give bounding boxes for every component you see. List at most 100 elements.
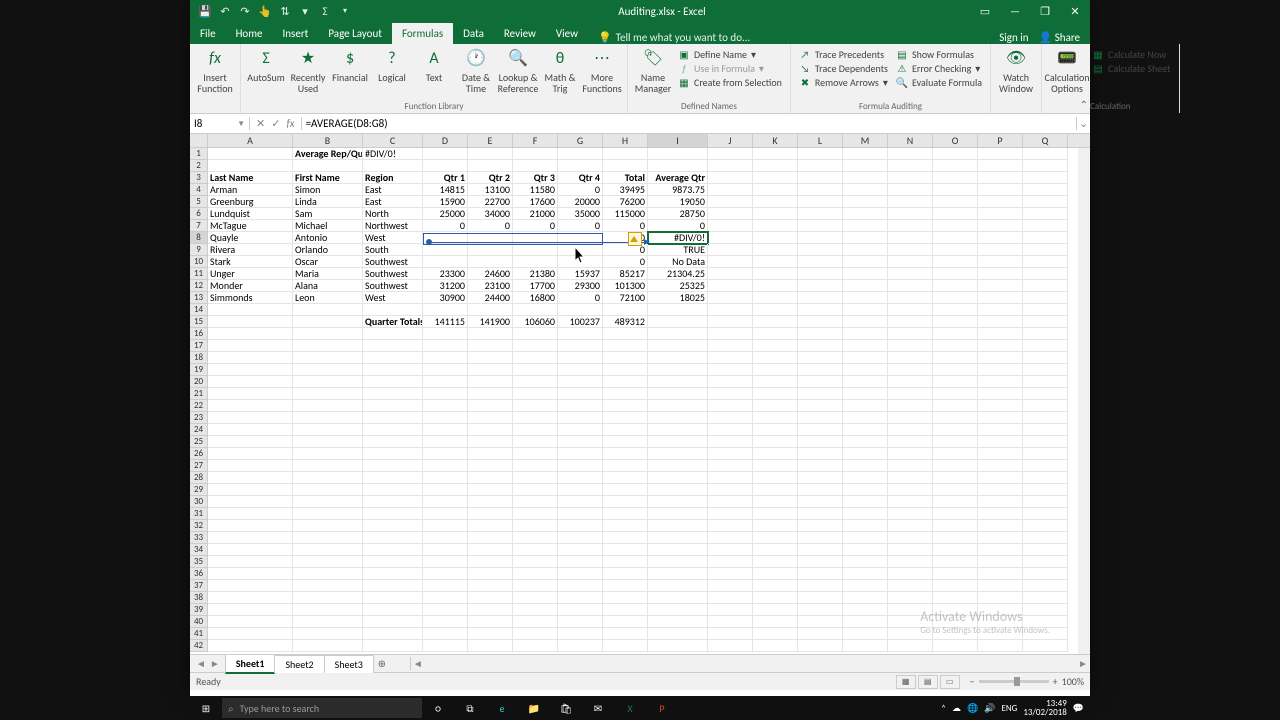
cell[interactable] xyxy=(708,172,753,184)
cell[interactable] xyxy=(603,352,648,364)
cell[interactable] xyxy=(753,304,798,316)
cell[interactable] xyxy=(798,472,843,484)
text-button[interactable]: AText xyxy=(413,46,455,85)
cell[interactable] xyxy=(753,376,798,388)
cell[interactable] xyxy=(363,460,423,472)
cell[interactable] xyxy=(1023,388,1068,400)
cell[interactable] xyxy=(978,580,1023,592)
cell[interactable] xyxy=(843,268,888,280)
cell[interactable] xyxy=(888,172,933,184)
cell[interactable] xyxy=(753,208,798,220)
cell[interactable] xyxy=(603,376,648,388)
cell[interactable] xyxy=(753,148,798,160)
cell[interactable] xyxy=(753,580,798,592)
cell[interactable] xyxy=(293,604,363,616)
cell[interactable] xyxy=(753,268,798,280)
cell[interactable] xyxy=(208,304,293,316)
cell[interactable] xyxy=(708,244,753,256)
cell[interactable] xyxy=(843,616,888,628)
cell[interactable] xyxy=(753,508,798,520)
cell[interactable] xyxy=(558,388,603,400)
cell[interactable] xyxy=(558,436,603,448)
cell[interactable] xyxy=(753,424,798,436)
cell[interactable] xyxy=(888,184,933,196)
cell[interactable] xyxy=(933,172,978,184)
cell[interactable] xyxy=(978,304,1023,316)
row-header[interactable]: 32 xyxy=(190,520,208,532)
cell[interactable] xyxy=(843,568,888,580)
cell[interactable] xyxy=(423,304,468,316)
define-name-button[interactable]: ▣Define Name ▾ xyxy=(678,48,782,61)
cell[interactable] xyxy=(208,352,293,364)
cell[interactable]: 14815 xyxy=(423,184,468,196)
cell[interactable] xyxy=(468,328,513,340)
cell[interactable] xyxy=(978,196,1023,208)
cell[interactable] xyxy=(753,460,798,472)
cell[interactable] xyxy=(423,628,468,640)
col-header-B[interactable]: B xyxy=(293,134,363,147)
tray-up-icon[interactable]: ˄ xyxy=(941,703,946,714)
cell[interactable]: 100237 xyxy=(558,316,603,328)
tray-notifications-icon[interactable]: 💬 xyxy=(1073,703,1084,714)
col-header-H[interactable]: H xyxy=(603,134,648,147)
row-header[interactable]: 8 xyxy=(190,232,208,244)
cell[interactable] xyxy=(513,448,558,460)
cell[interactable] xyxy=(843,484,888,496)
cell[interactable] xyxy=(208,640,293,652)
cell[interactable] xyxy=(423,436,468,448)
more-functions-button[interactable]: ⋯More Functions xyxy=(581,46,623,96)
cell[interactable] xyxy=(208,568,293,580)
cell[interactable]: Maria xyxy=(293,268,363,280)
cell[interactable] xyxy=(888,556,933,568)
select-all-corner[interactable] xyxy=(190,134,208,147)
collapse-ribbon-button[interactable]: ⌃ xyxy=(1080,98,1088,111)
cell[interactable] xyxy=(933,256,978,268)
cell[interactable] xyxy=(933,568,978,580)
cell[interactable] xyxy=(648,148,708,160)
cell[interactable] xyxy=(468,628,513,640)
cell[interactable] xyxy=(708,340,753,352)
cell[interactable]: 15900 xyxy=(423,196,468,208)
cell[interactable]: TRUE xyxy=(648,244,708,256)
cell[interactable] xyxy=(933,328,978,340)
tab-file[interactable]: File xyxy=(190,23,226,44)
row-header[interactable]: 36 xyxy=(190,568,208,580)
cell[interactable] xyxy=(648,544,708,556)
cell[interactable] xyxy=(363,388,423,400)
cell[interactable] xyxy=(843,460,888,472)
cell[interactable] xyxy=(513,412,558,424)
col-header-J[interactable]: J xyxy=(708,134,753,147)
cell[interactable] xyxy=(603,580,648,592)
cell[interactable] xyxy=(843,148,888,160)
row-header[interactable]: 26 xyxy=(190,448,208,460)
cell[interactable] xyxy=(708,460,753,472)
cell[interactable] xyxy=(888,436,933,448)
row-header[interactable]: 39 xyxy=(190,604,208,616)
cell[interactable] xyxy=(363,340,423,352)
cell[interactable]: 0 xyxy=(558,184,603,196)
cell[interactable] xyxy=(978,340,1023,352)
cell[interactable] xyxy=(753,244,798,256)
cell[interactable] xyxy=(888,160,933,172)
cell[interactable] xyxy=(363,436,423,448)
cell[interactable] xyxy=(798,340,843,352)
cell[interactable]: Stark xyxy=(208,256,293,268)
cell[interactable] xyxy=(843,580,888,592)
cell[interactable] xyxy=(468,388,513,400)
cell[interactable]: Lundquist xyxy=(208,208,293,220)
cell[interactable] xyxy=(843,256,888,268)
cell[interactable] xyxy=(798,196,843,208)
date-time-button[interactable]: 🕐Date & Time xyxy=(455,46,497,96)
mail-icon[interactable]: ✉ xyxy=(582,696,614,720)
cell[interactable] xyxy=(753,388,798,400)
cell[interactable]: Linda xyxy=(293,196,363,208)
cell[interactable] xyxy=(208,412,293,424)
cell[interactable]: Quarter Totals: xyxy=(363,316,423,328)
cell[interactable] xyxy=(293,352,363,364)
expand-formula-bar-icon[interactable]: ⌄ xyxy=(1076,117,1090,130)
cell[interactable] xyxy=(648,388,708,400)
cell[interactable] xyxy=(978,208,1023,220)
cell[interactable] xyxy=(798,388,843,400)
cell[interactable] xyxy=(648,400,708,412)
cell[interactable] xyxy=(603,628,648,640)
